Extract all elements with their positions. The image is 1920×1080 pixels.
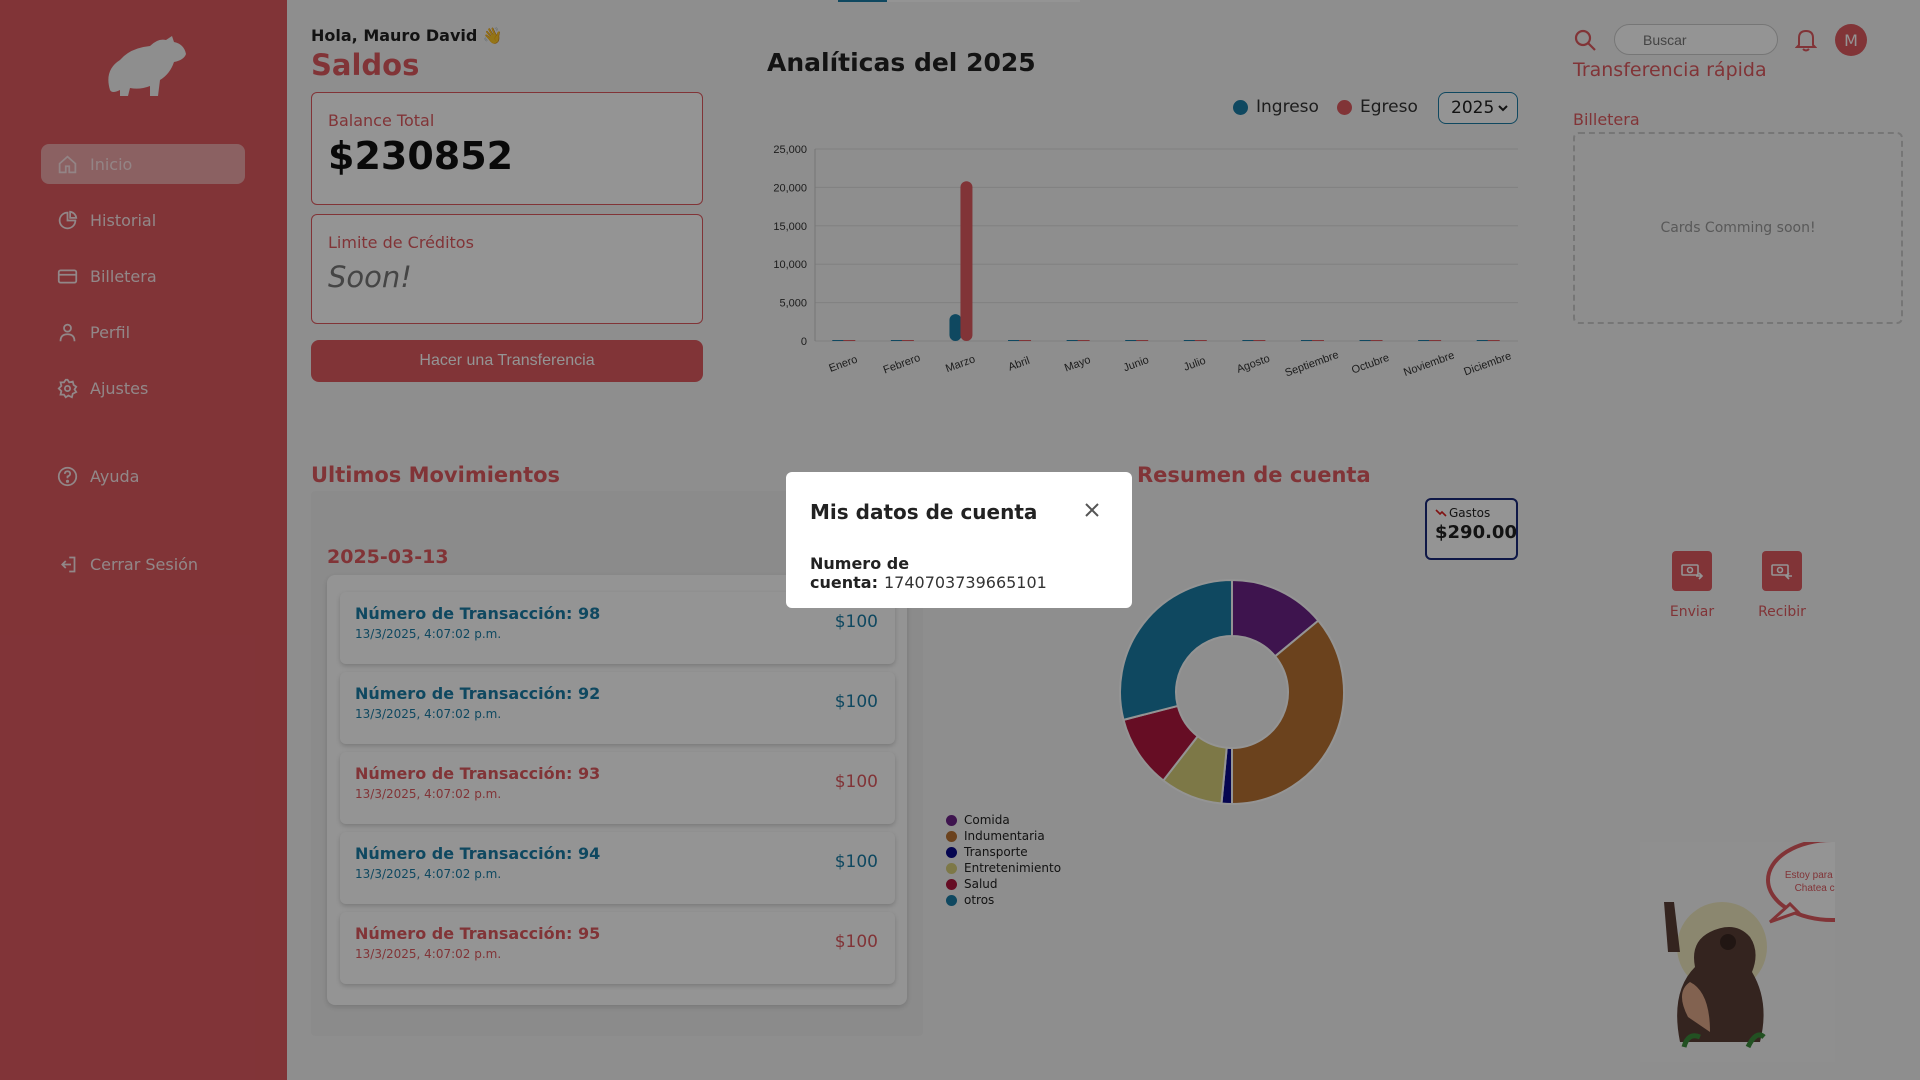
account-details-modal: Mis datos de cuenta Numero de cuenta: 174… (786, 472, 1132, 608)
account-number-value: 1740703739665101 (883, 573, 1047, 592)
account-number-row: Numero de cuenta: 1740703739665101 (810, 554, 1132, 592)
close-icon[interactable] (1083, 501, 1101, 519)
modal-title: Mis datos de cuenta (810, 500, 1038, 524)
